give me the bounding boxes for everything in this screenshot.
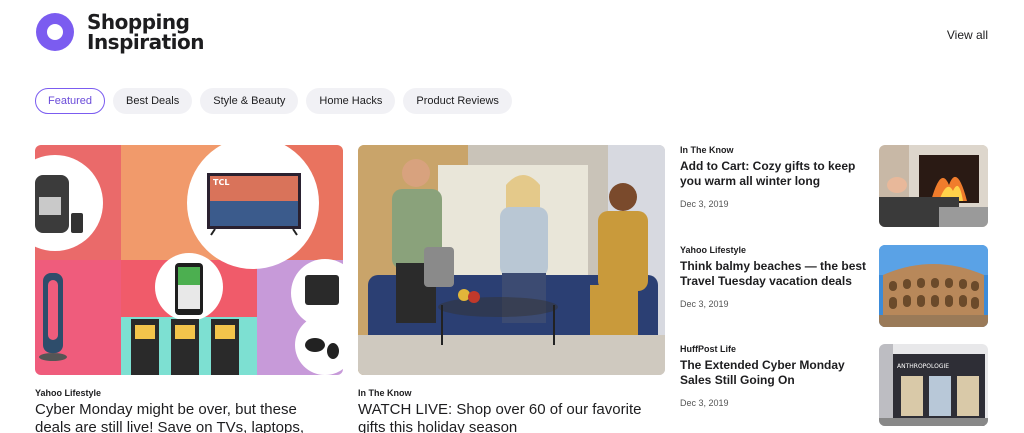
side-article-2-thumbnail[interactable] (879, 245, 988, 327)
side-article-1-thumbnail[interactable] (879, 145, 988, 227)
tab-home-hacks[interactable]: Home Hacks (306, 88, 396, 114)
featured-card-1-headline[interactable]: Cyber Monday might be over, but these de… (35, 401, 325, 433)
side-article-date: Dec 3, 2019 (680, 398, 729, 408)
side-article-3-thumbnail[interactable]: ANTHROPOLOGIE (879, 344, 988, 426)
tab-featured[interactable]: Featured (35, 88, 106, 114)
tab-product-reviews[interactable]: Product Reviews (403, 88, 512, 114)
featured-card-2-source: In The Know (358, 388, 412, 398)
view-all-link[interactable]: View all (947, 28, 988, 42)
section-header: Shopping Inspiration (36, 12, 217, 52)
side-article-source: HuffPost Life (680, 344, 736, 354)
side-article-source: Yahoo Lifestyle (680, 245, 747, 255)
side-article-headline[interactable]: The Extended Cyber Monday Sales Still Go… (680, 358, 870, 388)
side-article-source: In The Know (680, 145, 734, 155)
featured-card-2-headline[interactable]: WATCH LIVE: Shop over 60 of our favorite… (358, 401, 648, 433)
category-tabs: Featured Best Deals Style & Beauty Home … (35, 88, 512, 114)
tab-best-deals[interactable]: Best Deals (113, 88, 193, 114)
side-article-headline[interactable]: Add to Cart: Cozy gifts to keep you warm… (680, 159, 870, 189)
featured-card-2-image[interactable] (358, 145, 665, 375)
featured-card-1-source: Yahoo Lifestyle (35, 388, 102, 398)
side-article-date: Dec 3, 2019 (680, 199, 729, 209)
side-article-3[interactable]: HuffPost Life The Extended Cyber Monday … (680, 344, 870, 408)
tv-brand-text: TCL (213, 178, 229, 187)
tab-style-beauty[interactable]: Style & Beauty (200, 88, 299, 114)
side-article-1[interactable]: In The Know Add to Cart: Cozy gifts to k… (680, 145, 870, 209)
side-article-date: Dec 3, 2019 (680, 299, 729, 309)
store-sign-text: ANTHROPOLOGIE (897, 363, 949, 370)
section-title: Shopping Inspiration (87, 10, 205, 54)
side-article-headline[interactable]: Think balmy beaches — the best Travel Tu… (680, 259, 870, 289)
featured-card-1-image[interactable]: TCL (35, 145, 343, 375)
side-article-2[interactable]: Yahoo Lifestyle Think balmy beaches — th… (680, 245, 870, 309)
shopping-logo-icon (36, 13, 74, 51)
